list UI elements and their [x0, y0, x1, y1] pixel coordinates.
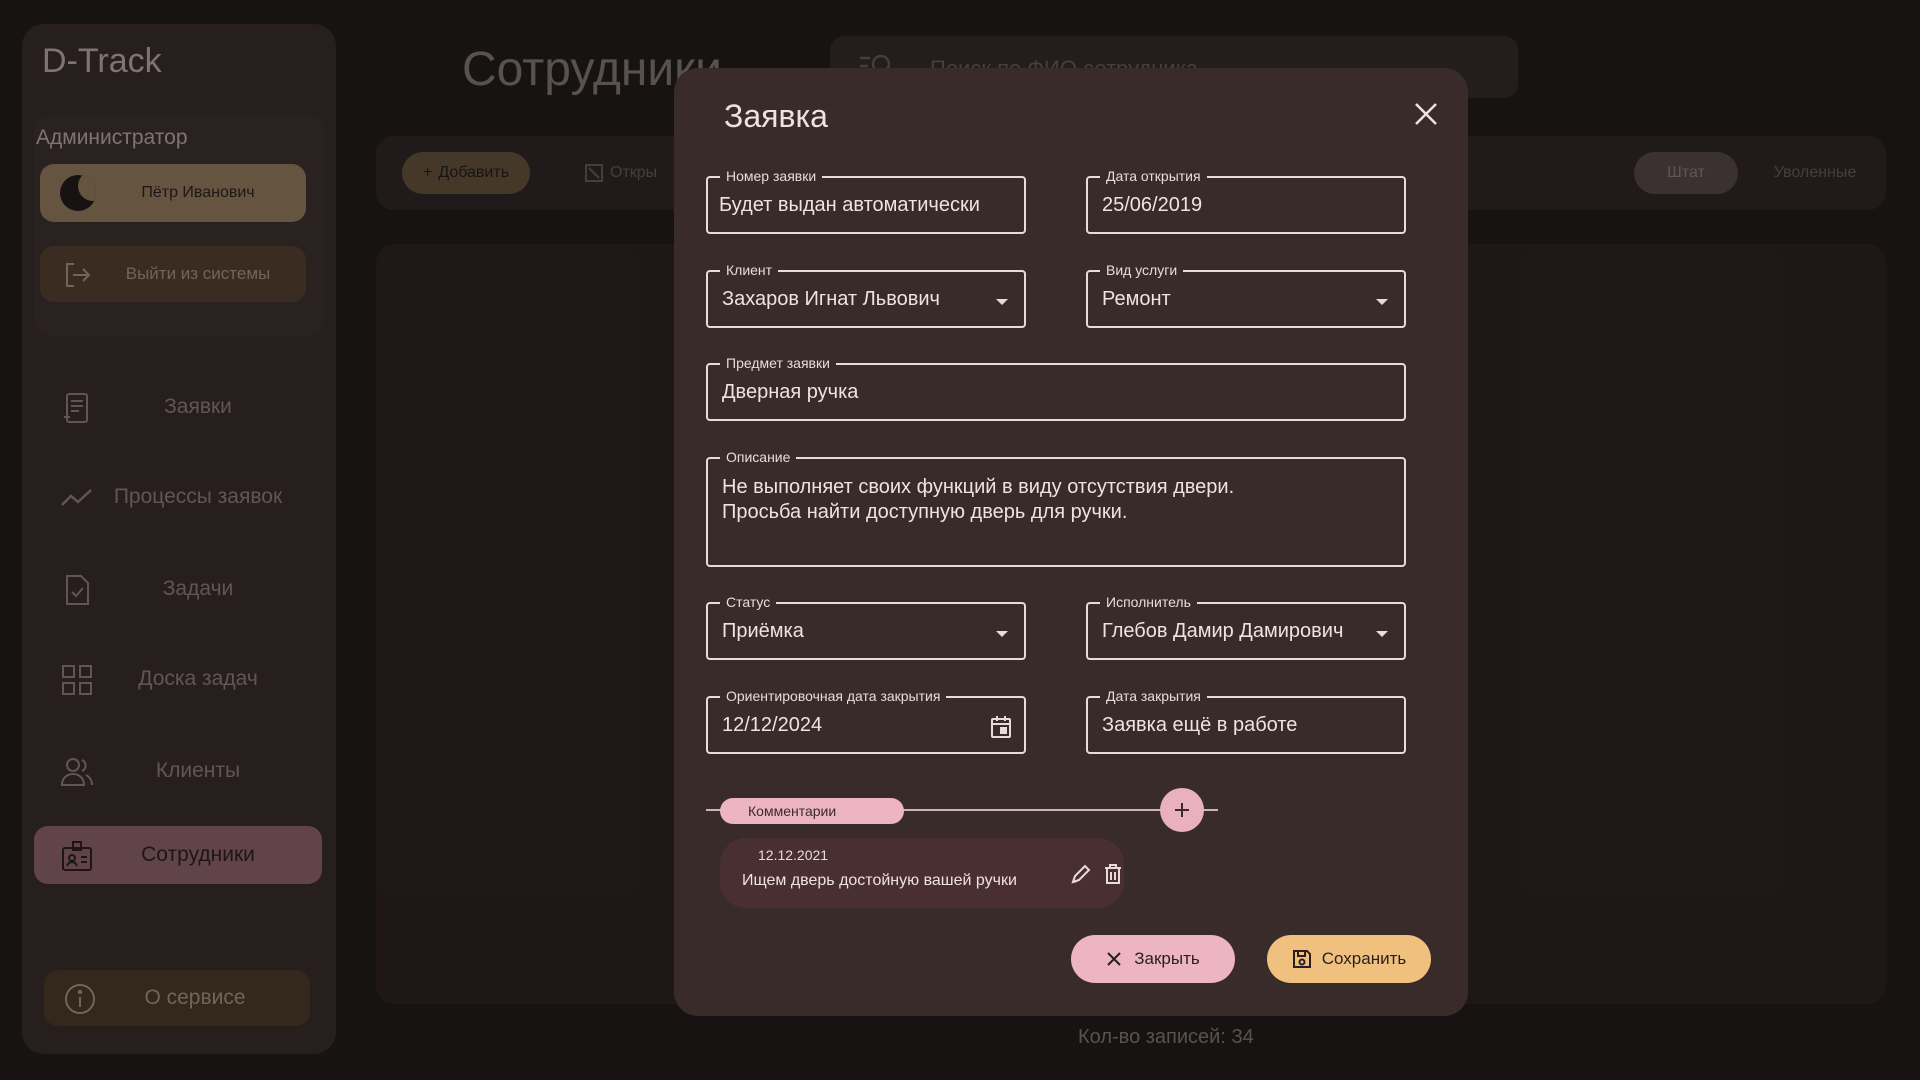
field-value: Глебов Дамир Дамирович	[1102, 620, 1344, 642]
field-value: Ремонт	[1102, 288, 1171, 310]
save-button[interactable]: Сохранить	[1267, 935, 1431, 983]
assignee-select[interactable]: Исполнитель Глебов Дамир Дамирович	[1086, 594, 1406, 660]
field-value: Захаров Игнат Львович	[722, 288, 940, 310]
field-label: Ориентировочная дата закрытия	[720, 688, 947, 704]
trash-icon[interactable]	[1102, 863, 1124, 885]
description-line: Просьба найти доступную дверь для ручки.	[722, 501, 1128, 523]
close-button[interactable]: Закрыть	[1071, 935, 1235, 983]
field-value: Приёмка	[722, 620, 804, 642]
description-field[interactable]: Описание Не выполняет своих функций в ви…	[706, 449, 1406, 567]
field-label: Дата закрытия	[1100, 688, 1207, 704]
estimated-close-date-field[interactable]: Ориентировочная дата закрытия 12/12/2024	[706, 688, 1026, 754]
field-label: Клиент	[720, 262, 779, 278]
field-value: 25/06/2019	[1102, 194, 1203, 216]
comments-label: Комментарии	[720, 798, 904, 824]
field-label: Статус	[720, 594, 777, 610]
subject-field[interactable]: Предмет заявки Дверная ручка	[706, 355, 1406, 421]
field-label: Номер заявки	[720, 168, 823, 184]
field-value: Дверная ручка	[722, 381, 859, 403]
save-label: Сохранить	[1321, 949, 1407, 968]
chevron-down-icon	[1376, 631, 1388, 637]
status-select[interactable]: Статус Приёмка	[706, 594, 1026, 660]
modal-title: Заявка	[724, 98, 828, 134]
close-icon[interactable]	[1410, 98, 1442, 130]
calendar-icon[interactable]	[990, 715, 1012, 739]
save-icon	[1292, 950, 1311, 968]
chevron-down-icon	[996, 631, 1008, 637]
field-label: Дата открытия	[1100, 168, 1207, 184]
plus-icon	[1175, 803, 1189, 817]
add-comment-button[interactable]	[1160, 788, 1204, 832]
close-label: Закрыть	[1134, 949, 1200, 968]
open-date-field[interactable]: Дата открытия 25/06/2019	[1086, 168, 1406, 234]
comment-item: 12.12.2021 Ищем дверь достойную вашей ру…	[720, 838, 1124, 908]
comment-date: 12.12.2021	[758, 847, 829, 863]
chevron-down-icon	[1376, 299, 1388, 305]
field-value: Не выполняет своих функций в виду отсутс…	[722, 475, 1234, 525]
field-value: Заявка ещё в работе	[1102, 714, 1298, 736]
comment-text: Ищем дверь достойную вашей ручки	[742, 872, 1017, 889]
field-label: Предмет заявки	[720, 355, 836, 371]
close-date-field[interactable]: Дата закрытия Заявка ещё в работе	[1086, 688, 1406, 754]
service-select[interactable]: Вид услуги Ремонт	[1086, 262, 1406, 328]
field-label: Исполнитель	[1100, 594, 1197, 610]
field-value: 12/12/2024	[722, 714, 823, 736]
chevron-down-icon	[996, 299, 1008, 305]
request-modal: Заявка Номер заявки Будет выдан автомати…	[674, 68, 1468, 1016]
field-label: Вид услуги	[1100, 262, 1184, 278]
close-icon	[1107, 952, 1121, 966]
field-value: Будет выдан автоматически	[719, 194, 980, 216]
client-select[interactable]: Клиент Захаров Игнат Львович	[706, 262, 1026, 328]
pencil-icon[interactable]	[1070, 863, 1092, 885]
field-label: Описание	[720, 449, 797, 465]
description-line: Не выполняет своих функций в виду отсутс…	[722, 476, 1235, 498]
request-number-field[interactable]: Номер заявки Будет выдан автоматически	[706, 168, 1026, 234]
